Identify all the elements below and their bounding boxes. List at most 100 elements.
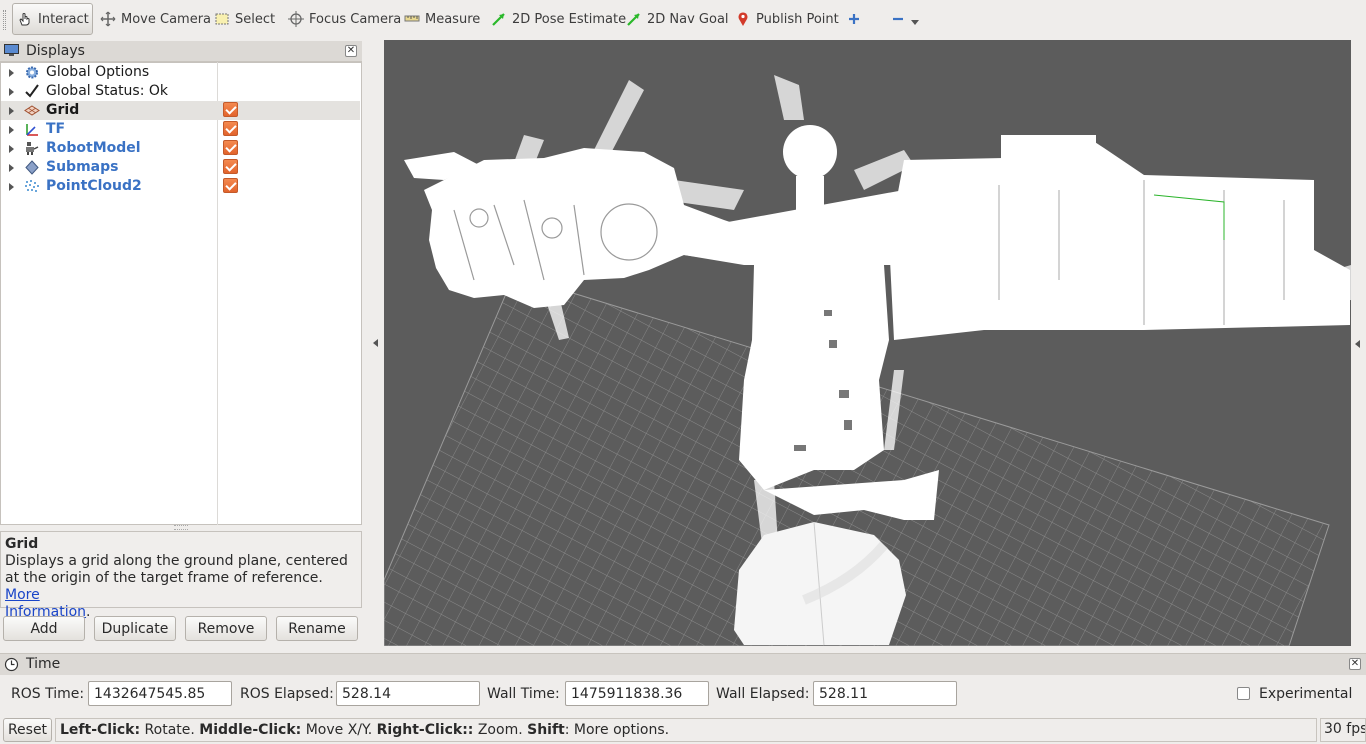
- select-box-icon: [214, 11, 230, 27]
- move-camera-icon: [100, 11, 116, 27]
- close-icon[interactable]: ✕: [1349, 658, 1361, 670]
- time-panel-header: Time ✕: [0, 653, 1366, 675]
- description-text: Displays a grid along the ground plane, …: [5, 553, 348, 586]
- description-title: Grid: [5, 536, 39, 552]
- panel-splitter-handle[interactable]: [174, 525, 188, 530]
- tree-row-submaps[interactable]: Submaps: [1, 158, 360, 177]
- tf-axes-icon: [24, 122, 40, 137]
- publish-point-label: Publish Point: [756, 11, 839, 27]
- hand-pointer-icon: [17, 11, 33, 27]
- close-icon[interactable]: ✕: [345, 45, 357, 57]
- focus-camera-label: Focus Camera: [309, 11, 402, 27]
- select-tool-button[interactable]: Select: [210, 3, 279, 35]
- remove-tool-button[interactable]: [886, 3, 923, 35]
- experimental-checkbox[interactable]: [1237, 687, 1250, 700]
- collapse-right-panel-arrow-icon[interactable]: [1355, 340, 1360, 348]
- tf-enabled-checkbox[interactable]: [223, 121, 238, 136]
- robotmodel-enabled-checkbox[interactable]: [223, 140, 238, 155]
- chevron-down-icon[interactable]: [911, 19, 919, 25]
- nav-goal-label: 2D Nav Goal: [647, 11, 729, 27]
- nav-goal-tool-button[interactable]: 2D Nav Goal: [622, 3, 733, 35]
- expand-arrow-icon[interactable]: [9, 164, 14, 172]
- hint-left-click-action: Rotate.: [144, 722, 195, 738]
- measure-label: Measure: [425, 11, 481, 27]
- rename-display-button[interactable]: Rename: [276, 616, 358, 641]
- right-dock-strip: [1351, 40, 1366, 646]
- status-bar: Reset Left-Click: Rotate. Middle-Click: …: [0, 716, 1366, 744]
- gear-icon: [24, 65, 40, 80]
- tree-row-global-options[interactable]: Global Options: [1, 63, 360, 82]
- interact-tool-button[interactable]: Interact: [12, 3, 93, 35]
- grid-icon: [24, 103, 40, 118]
- hint-shift: Shift: [527, 722, 565, 738]
- tree-row-tf[interactable]: TF: [1, 120, 360, 139]
- grid-enabled-checkbox[interactable]: [223, 102, 238, 117]
- map-right-wing: [889, 135, 1350, 340]
- expand-arrow-icon[interactable]: [9, 145, 14, 153]
- render-3d-viewport[interactable]: [384, 40, 1351, 646]
- hint-right-click-action: Zoom.: [477, 722, 523, 738]
- ros-time-field[interactable]: [88, 681, 232, 706]
- remove-display-button[interactable]: Remove: [185, 616, 267, 641]
- reset-button[interactable]: Reset: [3, 718, 52, 742]
- monitor-icon: [4, 44, 19, 57]
- add-display-button[interactable]: Add: [3, 616, 85, 641]
- tree-row-global-status[interactable]: Global Status: Ok: [1, 82, 360, 101]
- focus-camera-tool-button[interactable]: Focus Camera: [284, 3, 405, 35]
- displays-title: Displays: [26, 43, 85, 59]
- duplicate-display-button[interactable]: Duplicate: [94, 616, 176, 641]
- status-hint: Left-Click: Rotate. Middle-Click: Move X…: [55, 718, 1317, 742]
- hint-middle-click: Middle-Click:: [199, 722, 302, 738]
- map-rendering: [384, 75, 1351, 646]
- publish-point-tool-button[interactable]: Publish Point: [731, 3, 843, 35]
- hint-shift-action: : More options.: [564, 722, 670, 738]
- tree-row-grid[interactable]: Grid: [1, 101, 360, 120]
- crosshair-icon: [288, 11, 304, 27]
- display-description-box: Grid Displays a grid along the ground pl…: [0, 531, 362, 620]
- ros-elapsed-label: ROS Elapsed:: [240, 686, 334, 702]
- plus-icon: [846, 11, 862, 27]
- pointcloud2-enabled-checkbox[interactable]: [223, 178, 238, 193]
- tree-row-label: Global Options: [46, 64, 150, 80]
- ruler-icon: [404, 11, 420, 27]
- collapse-left-panel-arrow-icon[interactable]: [373, 339, 378, 347]
- wall-time-label: Wall Time:: [487, 686, 560, 702]
- green-arrow-icon: [491, 11, 507, 27]
- map-tower: [783, 125, 837, 179]
- main-toolbar: Interact Move Camera Select Focus Camera…: [0, 0, 1366, 40]
- wall-elapsed-field[interactable]: [813, 681, 957, 706]
- robot-icon: [24, 141, 40, 156]
- pointcloud-icon: [24, 179, 40, 194]
- tree-row-label: RobotModel: [46, 140, 141, 156]
- ros-time-label: ROS Time:: [11, 686, 85, 702]
- move-camera-tool-button[interactable]: Move Camera: [96, 3, 215, 35]
- green-arrow-icon: [626, 11, 642, 27]
- submap-icon: [24, 160, 40, 175]
- clock-icon: [4, 657, 19, 672]
- expand-arrow-icon[interactable]: [9, 107, 14, 115]
- description-body: Displays a grid along the ground plane, …: [5, 553, 348, 620]
- measure-tool-button[interactable]: Measure: [400, 3, 484, 35]
- submaps-enabled-checkbox[interactable]: [223, 159, 238, 174]
- tree-row-robotmodel[interactable]: RobotModel: [1, 139, 360, 158]
- expand-arrow-icon[interactable]: [9, 183, 14, 191]
- move-camera-label: Move Camera: [121, 11, 212, 27]
- pose-estimate-label: 2D Pose Estimate: [512, 11, 627, 27]
- toolbar-grip: [3, 10, 6, 30]
- add-tool-button[interactable]: [842, 3, 866, 35]
- ros-elapsed-field[interactable]: [336, 681, 480, 706]
- hint-left-click: Left-Click:: [60, 722, 141, 738]
- pose-estimate-tool-button[interactable]: 2D Pose Estimate: [487, 3, 630, 35]
- time-title: Time: [26, 656, 61, 672]
- tree-row-label: Grid: [46, 102, 80, 118]
- expand-arrow-icon[interactable]: [9, 88, 14, 96]
- map-pin-icon: [735, 11, 751, 27]
- expand-arrow-icon[interactable]: [9, 126, 14, 134]
- wall-elapsed-label: Wall Elapsed:: [716, 686, 810, 702]
- tree-row-pointcloud2[interactable]: PointCloud2: [1, 177, 360, 196]
- hint-middle-click-action: Move X/Y.: [305, 722, 373, 738]
- expand-arrow-icon[interactable]: [9, 69, 14, 77]
- tree-row-label: TF: [46, 121, 66, 137]
- wall-time-field[interactable]: [565, 681, 709, 706]
- select-label: Select: [235, 11, 276, 27]
